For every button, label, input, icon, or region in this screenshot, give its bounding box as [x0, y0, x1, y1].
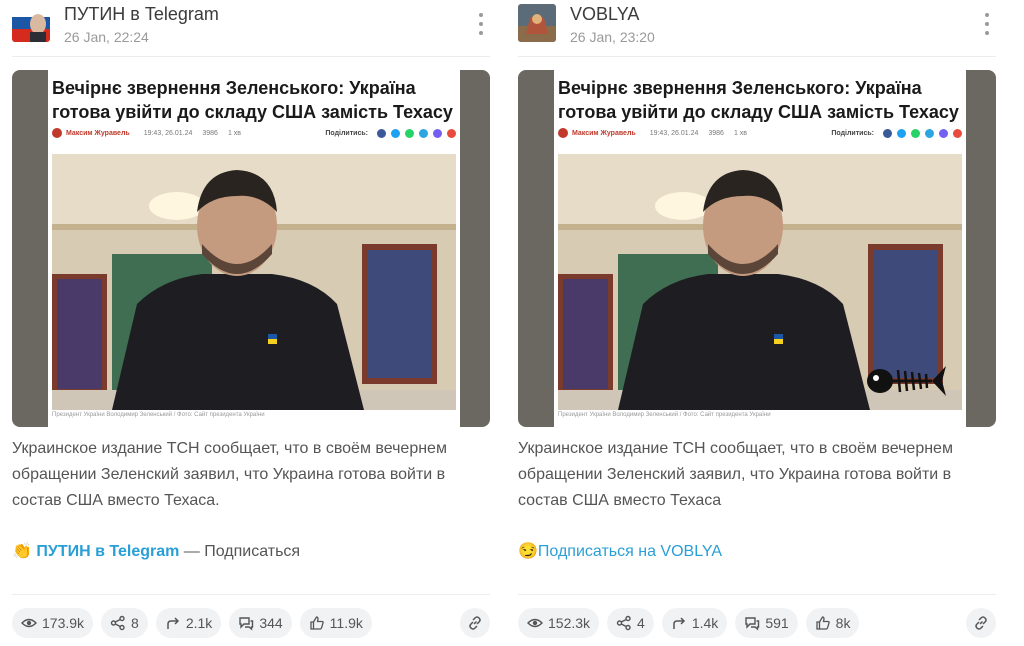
- article-read-time: 1 хв: [733, 129, 747, 137]
- subscribe-emoji: 👏: [12, 543, 32, 560]
- post-voblya: VOBLYA 26 Jan, 23:20 Вечірнє звернення З…: [518, 0, 996, 646]
- post-date: 26 Jan, 23:20: [570, 29, 655, 45]
- likes-count: 11.9k: [329, 615, 363, 631]
- likes-pill[interactable]: 8k: [805, 608, 860, 638]
- share-icon: [110, 615, 125, 631]
- copy-link-button[interactable]: [460, 608, 490, 638]
- shares-pill[interactable]: 8: [101, 608, 148, 638]
- divider: [12, 56, 490, 57]
- article-author: Максим Журавель: [66, 129, 130, 137]
- subscribe-channel-link[interactable]: ПУТИН в Telegram: [36, 543, 179, 560]
- comments-pill[interactable]: 591: [735, 608, 798, 638]
- comments-count: 344: [259, 615, 283, 631]
- views-pill[interactable]: 173.9k: [12, 608, 94, 638]
- copy-link-button[interactable]: [966, 608, 996, 638]
- link-icon: [975, 616, 987, 630]
- article-title: Вечірнє звернення Зеленського: Україна г…: [558, 78, 959, 122]
- viber-icon: [939, 128, 948, 138]
- forwards-count: 1.4k: [691, 615, 719, 631]
- subscribe-text: — Подписаться: [179, 543, 301, 560]
- more-vert-icon[interactable]: [472, 12, 490, 36]
- whatsapp-icon: [911, 128, 920, 138]
- whatsapp-icon: [405, 128, 414, 138]
- forwards-pill[interactable]: 1.4k: [661, 608, 728, 638]
- comments-icon: [239, 617, 254, 631]
- fish-skeleton-icon: [867, 366, 946, 396]
- post-date: 26 Jan, 22:24: [64, 29, 149, 45]
- views-count: 152.3k: [548, 615, 591, 631]
- divider: [12, 594, 490, 595]
- twitter-icon: [897, 128, 906, 138]
- copy-link-icon: [953, 128, 962, 138]
- channel-name[interactable]: ПУТИН в Telegram: [64, 4, 219, 25]
- article-share-label: Поділитись:: [325, 129, 368, 137]
- facebook-icon: [377, 128, 386, 138]
- shares-pill[interactable]: 4: [607, 608, 654, 638]
- article-views: 3986: [708, 129, 724, 137]
- article-photo: [52, 154, 456, 410]
- comments-pill[interactable]: 344: [229, 608, 292, 638]
- thumbs-up-icon: [310, 616, 324, 630]
- twitter-icon: [391, 128, 400, 138]
- article-author: Максим Журавель: [572, 129, 636, 137]
- divider: [518, 56, 996, 57]
- views-pill[interactable]: 152.3k: [518, 608, 600, 638]
- post-text: Украинское издание ТСН сообщает, что в с…: [518, 440, 953, 509]
- subscribe-emoji: 😏: [518, 543, 538, 560]
- article-title: Вечірнє звернення Зеленського: Україна г…: [52, 78, 453, 122]
- photo-caption: Президент України Володимир Зеленський /…: [52, 412, 265, 418]
- thumbs-up-icon: [816, 616, 830, 630]
- more-vert-icon[interactable]: [978, 12, 996, 36]
- post-text: Украинское издание ТСН сообщает, что в с…: [12, 440, 447, 509]
- shares-count: 4: [637, 615, 645, 631]
- comments-icon: [745, 617, 760, 631]
- article-meta: Максим Журавель 19:43, 26.01.24 3986 1 х…: [52, 126, 456, 140]
- likes-pill[interactable]: 11.9k: [299, 608, 372, 638]
- post-stats: 152.3k 4 1.4k 591 8k: [518, 608, 867, 640]
- article-read-time: 1 хв: [227, 129, 241, 137]
- photo-caption: Президент України Володимир Зеленський /…: [558, 412, 771, 418]
- copy-link-icon: [447, 128, 456, 138]
- shares-count: 8: [131, 615, 139, 631]
- subscribe-line: 😏Подписаться на VOBLYA: [518, 541, 722, 561]
- eye-icon: [21, 618, 37, 628]
- post-image[interactable]: Вечірнє звернення Зеленського: Україна г…: [12, 70, 490, 427]
- post-putin: ПУТИН в Telegram 26 Jan, 22:24 Вечірнє з…: [12, 0, 490, 646]
- telegram-icon: [925, 128, 934, 138]
- link-icon: [469, 616, 481, 630]
- post-stats: 173.9k 8 2.1k 344 11.9k: [12, 608, 380, 640]
- article-timestamp: 19:43, 26.01.24: [143, 129, 193, 137]
- viber-icon: [433, 128, 442, 138]
- channel-name[interactable]: VOBLYA: [570, 4, 639, 25]
- share-icon: [616, 615, 631, 631]
- comments-count: 591: [765, 615, 789, 631]
- telegram-icon: [419, 128, 428, 138]
- views-count: 173.9k: [42, 615, 85, 631]
- article-share-label: Поділитись:: [831, 129, 874, 137]
- forward-icon: [673, 617, 685, 629]
- channel-avatar[interactable]: [12, 4, 50, 42]
- eye-icon: [527, 618, 543, 628]
- post-image[interactable]: Вечірнє звернення Зеленського: Україна г…: [518, 70, 996, 427]
- article-timestamp: 19:43, 26.01.24: [649, 129, 699, 137]
- article-screenshot: Вечірнє звернення Зеленського: Україна г…: [48, 70, 460, 427]
- subscribe-line: 👏 ПУТИН в Telegram — Подписаться: [12, 541, 300, 561]
- divider: [518, 594, 996, 595]
- article-views: 3986: [202, 129, 218, 137]
- post-header: ПУТИН в Telegram 26 Jan, 22:24: [12, 0, 490, 56]
- likes-count: 8k: [835, 615, 851, 631]
- subscribe-channel-link[interactable]: Подписаться на VOBLYA: [538, 543, 722, 560]
- forwards-pill[interactable]: 2.1k: [155, 608, 222, 638]
- channel-avatar[interactable]: [518, 4, 556, 42]
- author-avatar: [558, 128, 568, 138]
- forwards-count: 2.1k: [185, 615, 213, 631]
- facebook-icon: [883, 128, 892, 138]
- article-meta: Максим Журавель 19:43, 26.01.24 3986 1 х…: [558, 126, 962, 140]
- forward-icon: [167, 617, 179, 629]
- author-avatar: [52, 128, 62, 138]
- post-header: VOBLYA 26 Jan, 23:20: [518, 0, 996, 56]
